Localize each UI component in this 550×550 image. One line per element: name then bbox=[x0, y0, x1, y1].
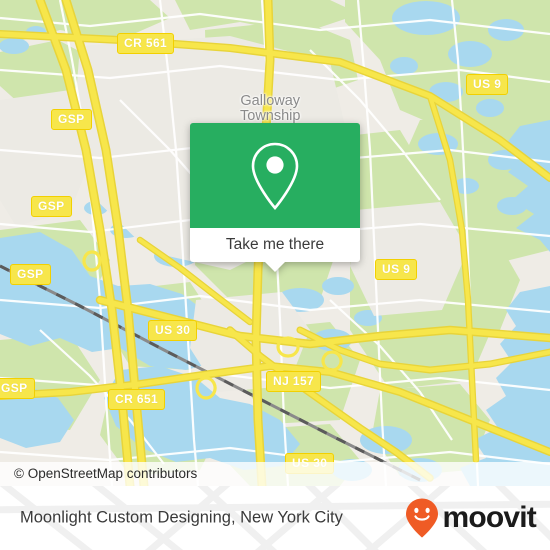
road-shield: GSP bbox=[31, 196, 72, 217]
map-place-label-line1: Galloway bbox=[240, 93, 301, 109]
road-shield: CR 561 bbox=[117, 33, 175, 54]
map-canvas[interactable]: CR 561 US 9 GSP GSP GSP US 9 US 30 NJ 157 CR 651… bbox=[0, 0, 550, 486]
road-shield: NJ 157 bbox=[266, 371, 322, 392]
moovit-wordmark: moovit bbox=[442, 501, 536, 534]
location-title: Moonlight Custom Designing, New York Cit… bbox=[20, 508, 343, 527]
map-attribution[interactable]: © OpenStreetMap contributors bbox=[0, 462, 550, 486]
popup-card-header bbox=[190, 123, 360, 228]
moovit-brand-logo[interactable]: moovit bbox=[405, 498, 537, 538]
road-shield: CR 651 bbox=[108, 389, 166, 410]
popup-card-pointer-tail bbox=[264, 261, 286, 272]
take-me-there-label: Take me there bbox=[225, 236, 325, 253]
map-place-label-line2: Township bbox=[240, 108, 301, 124]
map-screenshot-root: CR 561 US 9 GSP GSP GSP US 9 US 30 NJ 157 CR 651… bbox=[0, 0, 550, 550]
map-pin-icon bbox=[251, 142, 299, 210]
map-place-label: Galloway Township bbox=[240, 94, 300, 124]
road-shield: US 30 bbox=[148, 320, 198, 341]
road-shield: US 9 bbox=[375, 259, 418, 280]
popup-card-footer[interactable]: Take me there bbox=[190, 228, 360, 272]
location-popup-card[interactable]: Take me there bbox=[190, 123, 360, 272]
road-shield: GSP bbox=[0, 378, 35, 399]
moovit-pin-smiley-icon bbox=[406, 498, 439, 538]
page-footer: Moonlight Custom Designing, New York Cit… bbox=[0, 486, 550, 550]
road-shield: US 9 bbox=[466, 74, 509, 95]
road-shield: GSP bbox=[10, 264, 51, 285]
road-shield: GSP bbox=[51, 109, 92, 130]
